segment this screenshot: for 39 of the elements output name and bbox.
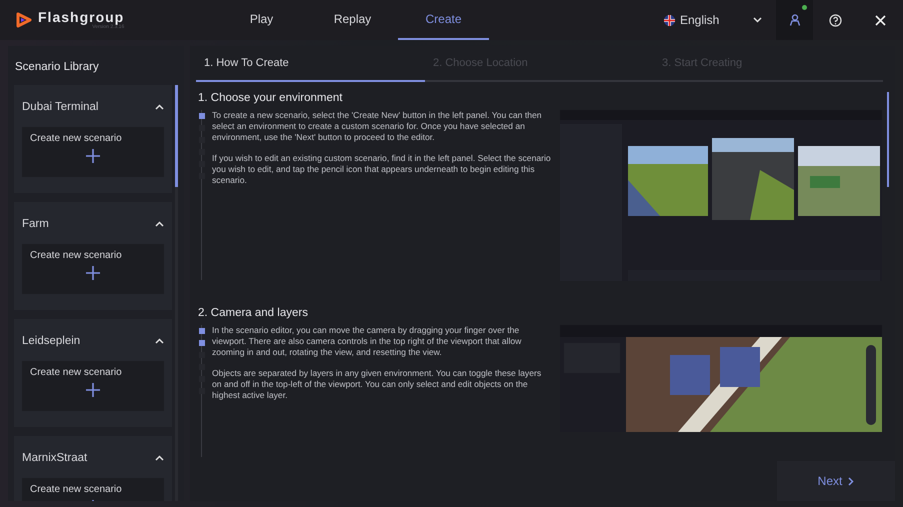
- language-select[interactable]: English: [658, 0, 768, 40]
- brand-name: Flashgroup: [38, 10, 124, 24]
- environment-header[interactable]: Dubai Terminal: [22, 93, 164, 127]
- nav-tab[interactable]: Play: [216, 0, 307, 40]
- help-icon: [829, 14, 842, 26]
- scrollbar-thumb[interactable]: [887, 92, 889, 187]
- chevron-right-icon: [848, 476, 854, 486]
- paragraph: If you wish to edit an existing custom scenario, find it in the left panel. Select the scenario you wish to edit, and tap the pencil icon that appears underneath to begin editing this scenario.: [212, 153, 552, 186]
- scrollbar-thumb[interactable]: [175, 85, 178, 187]
- paragraph: Objects are separated by layers in any given environment. You can toggle these layers on and off in the top-left of the viewport. You can only select and edit objects on the highest active layer.: [212, 368, 542, 401]
- logo-icon: [16, 12, 32, 28]
- paragraph: To create a new scenario, select the 'Create New' button in the left panel. You can then select an environment to create a custom scenario for. Once you have selected an environment, use the 'Next' button to proceed to the editor.: [212, 110, 543, 143]
- user-icon: [788, 14, 800, 26]
- environment-header[interactable]: Farm: [22, 210, 164, 244]
- create-scenario-button[interactable]: Create new scenario: [22, 127, 164, 177]
- plus-icon: [86, 383, 100, 397]
- chevron-up-icon: [155, 104, 164, 110]
- chevron-up-icon: [155, 338, 164, 344]
- nav-tab[interactable]: Create: [398, 0, 489, 40]
- flag-icon: [664, 14, 675, 26]
- sidebar-title: Scenario Library: [14, 60, 100, 75]
- environment-header[interactable]: MarnixStraat: [22, 444, 164, 478]
- chevron-up-icon: [155, 221, 164, 227]
- section-heading: 2. Camera and layers: [198, 307, 309, 319]
- environment-header[interactable]: Leidseplein: [22, 327, 164, 361]
- section-heading: 1. Choose your environment: [198, 92, 344, 104]
- nav-tab[interactable]: Replay: [307, 0, 398, 40]
- next-button[interactable]: Next: [777, 461, 895, 501]
- chevron-up-icon: [155, 455, 164, 461]
- step-tab[interactable]: 1. How To Create: [196, 46, 425, 82]
- user-button[interactable]: [776, 0, 813, 40]
- create-scenario-button[interactable]: Create new scenario: [22, 244, 164, 294]
- create-scenario-button[interactable]: Create new scenario: [22, 361, 164, 411]
- close-icon: [875, 14, 886, 26]
- chevron-down-icon: [753, 17, 762, 23]
- plus-icon: [86, 266, 100, 280]
- plus-icon: [86, 149, 100, 163]
- paragraph: In the scenario editor, you can move the camera by dragging your finger over the viewport. There are also camera controls in the top right of the viewport that allow zooming in and out, rotating the view, and resetting the view.: [212, 325, 522, 358]
- create-scenario-button[interactable]: Create new scenario: [22, 478, 164, 501]
